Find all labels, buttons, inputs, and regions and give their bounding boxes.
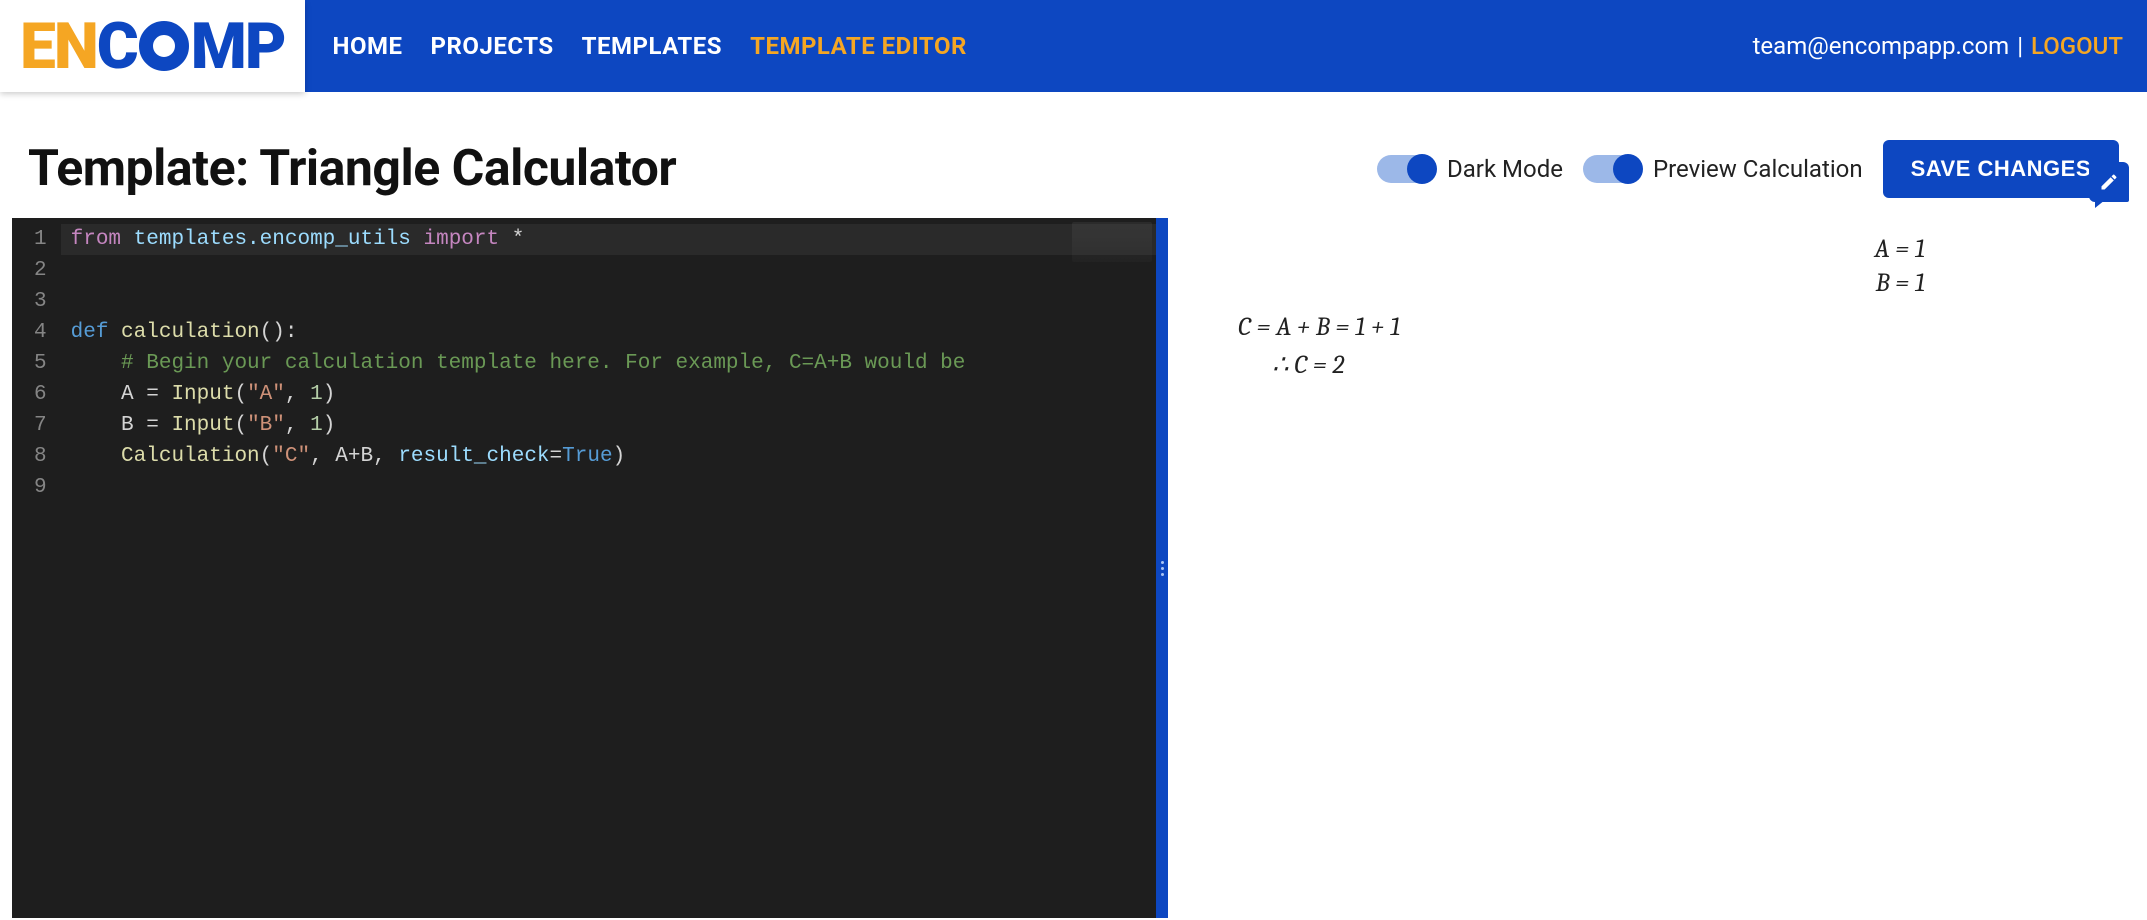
- line-number: 9: [34, 472, 47, 503]
- nav-home[interactable]: HOME: [333, 32, 403, 60]
- dark-mode-toggle[interactable]: [1377, 155, 1435, 183]
- line-number: 3: [34, 286, 47, 317]
- feedback-button[interactable]: [2089, 162, 2129, 202]
- logo-en: EN: [20, 9, 97, 84]
- preview-pane: A = 1 B = 1 C = A + B = 1 + 1 ∴ C = 2: [1168, 218, 2135, 918]
- dark-mode-label: Dark Mode: [1447, 155, 1563, 183]
- preview-toggle[interactable]: [1583, 155, 1641, 183]
- line-number: 5: [34, 348, 47, 379]
- logo-text: ENC MP: [20, 9, 285, 84]
- nav-projects[interactable]: PROJECTS: [431, 32, 554, 60]
- nav-links: HOME PROJECTS TEMPLATES TEMPLATE EDITOR: [333, 32, 967, 60]
- preview-eq-c: C = A + B = 1 + 1: [1238, 312, 2095, 342]
- dark-mode-toggle-wrap: Dark Mode: [1377, 155, 1563, 183]
- preview-eq-result: ∴ C = 2: [1272, 350, 2095, 380]
- nav-template-editor[interactable]: TEMPLATE EDITOR: [750, 32, 967, 60]
- code-editor[interactable]: 123456789 from templates.encomp_utils im…: [12, 218, 1156, 918]
- line-number: 8: [34, 441, 47, 472]
- user-email: team@encompapp.com: [1753, 32, 2010, 60]
- line-gutter: 123456789: [12, 218, 61, 918]
- line-number: 6: [34, 379, 47, 410]
- line-number: 2: [34, 255, 47, 286]
- code-line[interactable]: from templates.encomp_utils import *: [61, 224, 1156, 255]
- pane-splitter[interactable]: [1156, 218, 1168, 918]
- preview-eq-b: B = 1: [1208, 268, 2095, 298]
- edit-icon: [2099, 172, 2119, 192]
- nav-separator: |: [2017, 32, 2023, 60]
- navbar: ENC MP HOME PROJECTS TEMPLATES TEMPLATE E…: [0, 0, 2147, 92]
- line-number: 4: [34, 317, 47, 348]
- toolbar: Template: Triangle Calculator Dark Mode …: [0, 92, 2147, 218]
- code-line[interactable]: A = Input("A", 1): [61, 379, 1156, 410]
- nav-templates[interactable]: TEMPLATES: [582, 32, 722, 60]
- code-line[interactable]: # Begin your calculation template here. …: [61, 348, 1156, 379]
- logo-c: C: [97, 9, 137, 84]
- minimap[interactable]: [1072, 222, 1152, 262]
- logo-mp: MP: [191, 9, 285, 84]
- preview-toggle-wrap: Preview Calculation: [1583, 155, 1863, 183]
- code-line[interactable]: B = Input("B", 1): [61, 410, 1156, 441]
- preview-eq-a: A = 1: [1208, 234, 2095, 264]
- nav-right: team@encompapp.com | LOGOUT: [1753, 32, 2123, 60]
- code-line[interactable]: Calculation("C", A+B, result_check=True): [61, 441, 1156, 472]
- save-button[interactable]: SAVE CHANGES: [1883, 140, 2119, 198]
- workspace: 123456789 from templates.encomp_utils im…: [12, 218, 2135, 918]
- code-line[interactable]: [61, 255, 1156, 286]
- code-line[interactable]: [61, 286, 1156, 317]
- logo-o-icon: [139, 21, 189, 71]
- line-number: 1: [34, 224, 47, 255]
- splitter-grip-icon: [1161, 561, 1164, 576]
- logout-link[interactable]: LOGOUT: [2031, 32, 2123, 60]
- preview-label: Preview Calculation: [1653, 155, 1863, 183]
- logo[interactable]: ENC MP: [0, 0, 305, 92]
- code-line[interactable]: def calculation():: [61, 317, 1156, 348]
- line-number: 7: [34, 410, 47, 441]
- code-area[interactable]: from templates.encomp_utils import * def…: [61, 218, 1156, 918]
- code-line[interactable]: [61, 472, 1156, 503]
- page-title: Template: Triangle Calculator: [28, 140, 676, 198]
